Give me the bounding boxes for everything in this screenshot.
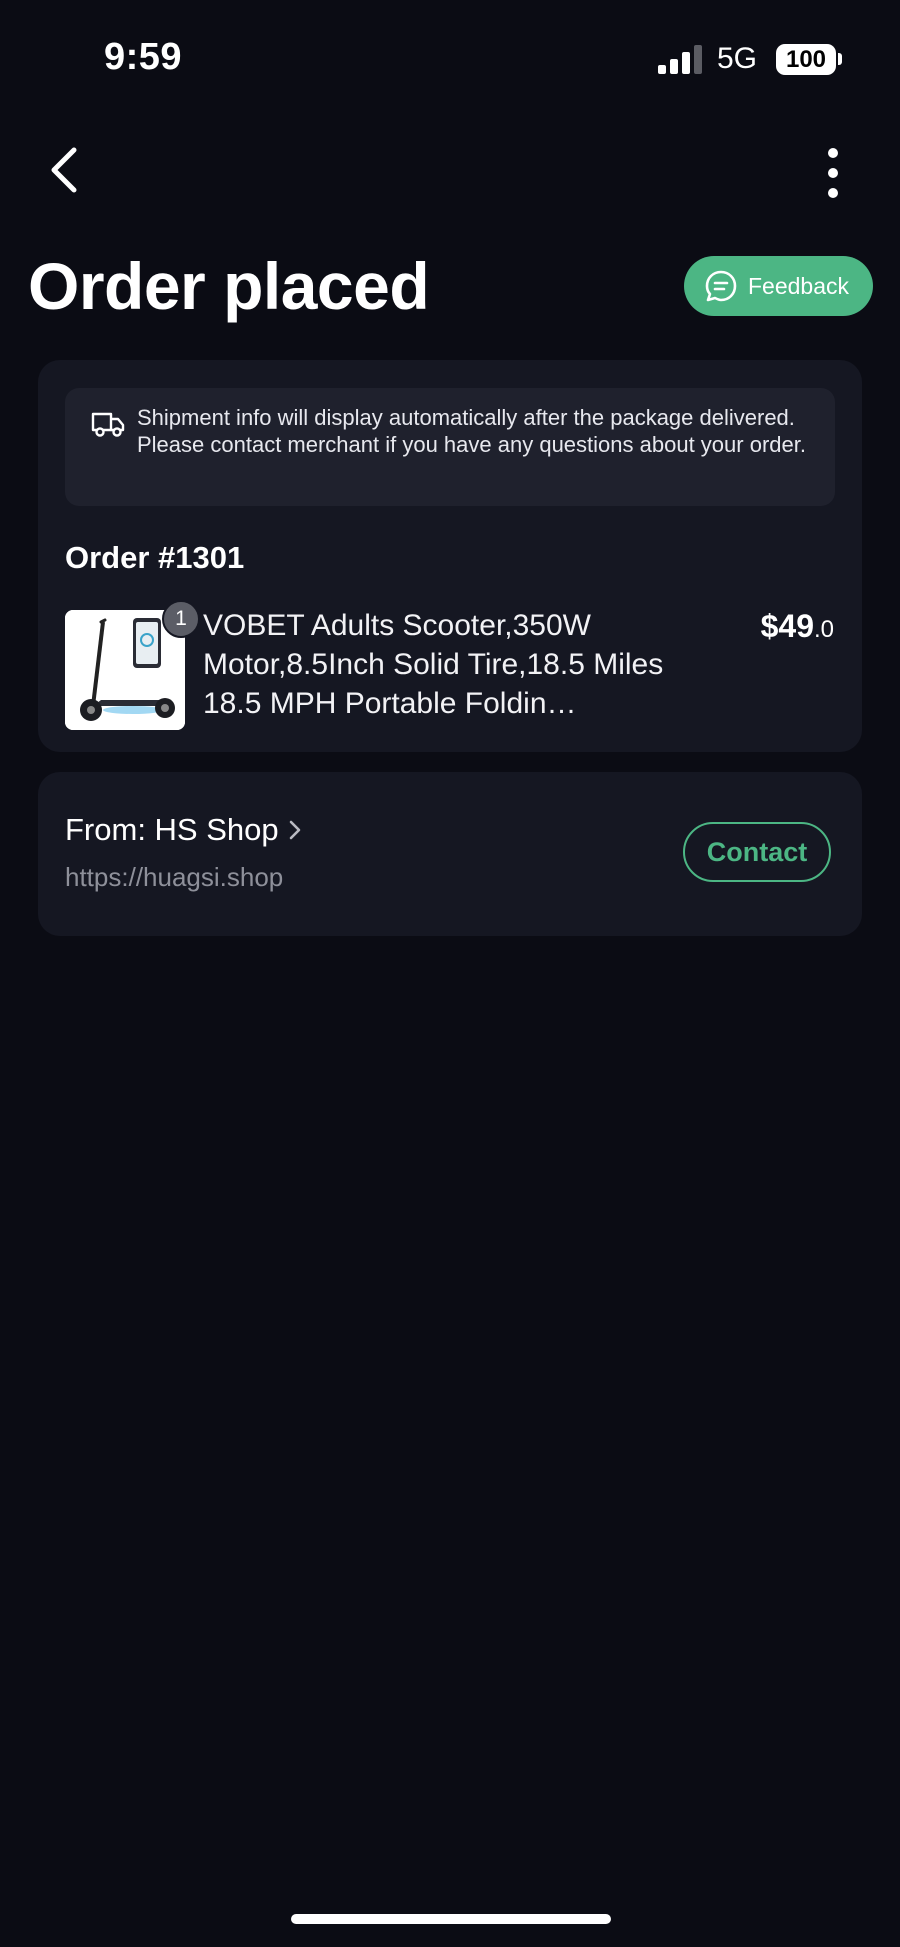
order-card: Shipment info will display automatically… bbox=[38, 360, 862, 752]
network-type: 5G bbox=[717, 42, 758, 75]
contact-button[interactable]: Contact bbox=[683, 822, 831, 882]
order-number: Order #1301 bbox=[65, 540, 245, 575]
status-time: 9:59 bbox=[104, 36, 183, 78]
shipment-notice: Shipment info will display automatically… bbox=[65, 388, 835, 506]
more-vertical-icon bbox=[828, 148, 838, 158]
home-indicator[interactable] bbox=[291, 1914, 611, 1924]
shop-card: From: HS Shop https://huagsi.shop Contac… bbox=[38, 772, 862, 936]
chevron-right-icon bbox=[289, 820, 300, 840]
quantity-badge: 1 bbox=[162, 600, 200, 638]
status-bar: 9:59 5G 100 bbox=[0, 0, 900, 110]
price-cents: .0 bbox=[813, 616, 834, 643]
shop-link[interactable]: From: HS Shop bbox=[65, 812, 303, 848]
cellular-signal-icon bbox=[658, 44, 704, 74]
battery-tip bbox=[838, 53, 842, 65]
shop-name: From: HS Shop bbox=[65, 812, 279, 847]
more-options-button[interactable] bbox=[818, 146, 848, 200]
shipment-notice-text: Shipment info will display automatically… bbox=[137, 405, 806, 457]
page-title: Order placed bbox=[28, 249, 430, 323]
chevron-left-icon bbox=[51, 147, 77, 193]
feedback-label: Feedback bbox=[748, 272, 850, 299]
chat-bubble-icon bbox=[705, 270, 737, 302]
shop-url[interactable]: https://huagsi.shop bbox=[65, 862, 283, 893]
back-button[interactable] bbox=[40, 140, 90, 200]
feedback-button[interactable]: Feedback bbox=[684, 256, 873, 316]
truck-icon bbox=[91, 412, 125, 437]
product-price: $49.0 bbox=[761, 608, 834, 645]
product-title[interactable]: VOBET Adults Scooter,350W Motor,8.5Inch … bbox=[203, 606, 703, 723]
price-main: $49 bbox=[760, 608, 814, 644]
battery-icon: 100 bbox=[776, 44, 836, 75]
